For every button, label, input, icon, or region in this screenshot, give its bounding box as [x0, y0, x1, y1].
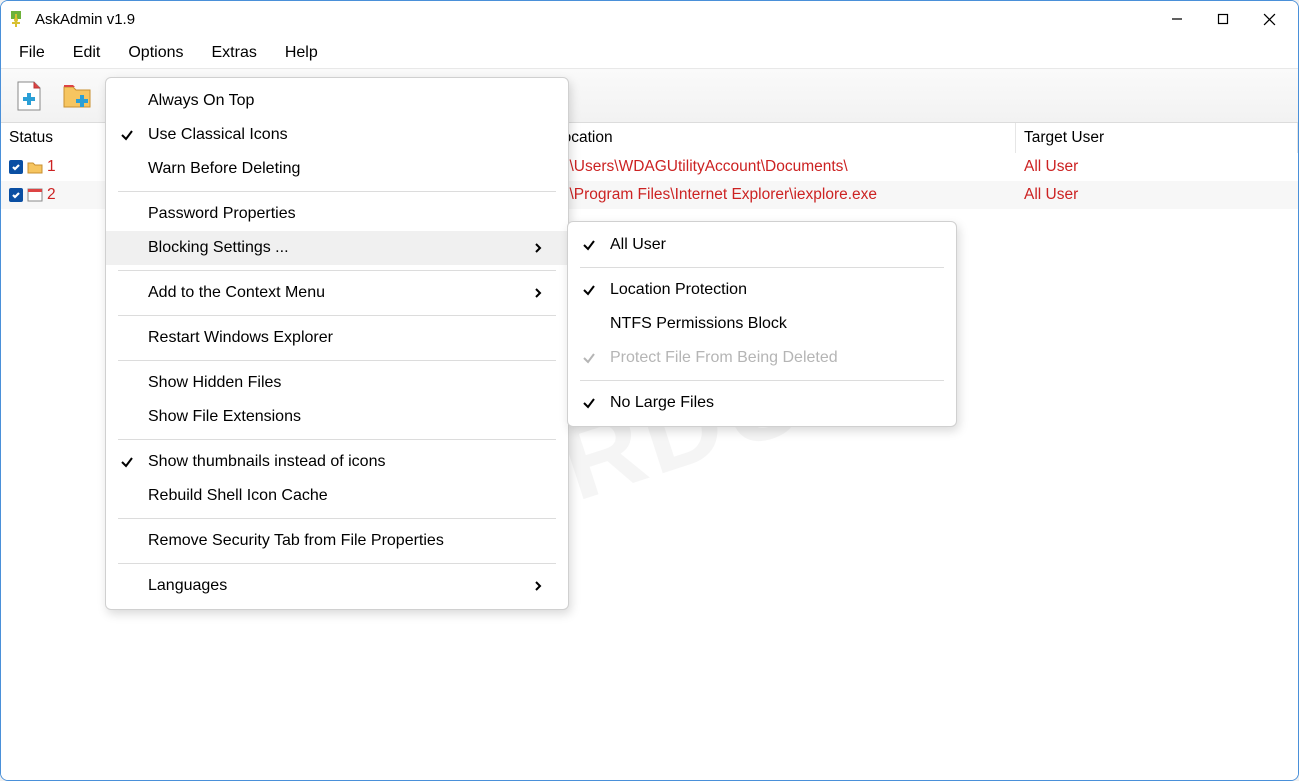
row-status: 1	[9, 158, 56, 176]
menu-separator	[580, 380, 944, 381]
menu-languages[interactable]: Languages	[106, 569, 568, 603]
menu-show-hidden-files[interactable]: Show Hidden Files	[106, 366, 568, 400]
submenu-all-user[interactable]: All User	[568, 228, 956, 262]
window-title: AskAdmin v1.9	[35, 11, 135, 28]
column-target[interactable]: Target User	[1016, 123, 1298, 153]
menu-separator	[580, 267, 944, 268]
window-icon	[27, 188, 43, 202]
menu-password-properties[interactable]: Password Properties	[106, 197, 568, 231]
menu-separator	[118, 518, 556, 519]
menu-help[interactable]: Help	[271, 37, 332, 68]
blocking-settings-submenu: All User Location Protection NTFS Permis…	[567, 221, 957, 427]
add-folder-button[interactable]	[55, 74, 99, 118]
submenu-location-protection[interactable]: Location Protection	[568, 273, 956, 307]
submenu-no-large-files[interactable]: No Large Files	[568, 386, 956, 420]
column-location[interactable]: Location	[546, 123, 1016, 153]
app-window: AskAdmin v1.9 File Edit Options Extras H…	[0, 0, 1299, 781]
minimize-button[interactable]	[1154, 4, 1200, 34]
row-status: 2	[9, 186, 56, 204]
checkbox-icon[interactable]	[9, 160, 23, 174]
menu-separator	[118, 315, 556, 316]
menu-use-classical-icons[interactable]: Use Classical Icons	[106, 118, 568, 152]
chevron-right-icon	[524, 287, 552, 299]
menu-remove-security-tab[interactable]: Remove Security Tab from File Properties	[106, 524, 568, 558]
menu-separator	[118, 270, 556, 271]
options-dropdown: Always On Top Use Classical Icons Warn B…	[105, 77, 569, 610]
menu-separator	[118, 439, 556, 440]
row-location: C:\Program Files\Internet Explorer\iexpl…	[546, 186, 1016, 204]
chevron-right-icon	[524, 580, 552, 592]
menu-bar: File Edit Options Extras Help	[1, 37, 1298, 69]
menu-always-on-top[interactable]: Always On Top	[106, 84, 568, 118]
row-index: 1	[47, 158, 56, 176]
title-bar: AskAdmin v1.9	[1, 1, 1298, 37]
check-icon	[568, 351, 610, 365]
menu-show-thumbnails[interactable]: Show thumbnails instead of icons	[106, 445, 568, 479]
menu-file[interactable]: File	[5, 37, 59, 68]
menu-separator	[118, 563, 556, 564]
check-icon	[106, 455, 148, 469]
menu-blocking-settings[interactable]: Blocking Settings ...	[106, 231, 568, 265]
chevron-right-icon	[524, 242, 552, 254]
maximize-button[interactable]	[1200, 4, 1246, 34]
row-target: All User	[1016, 186, 1298, 204]
row-location: C:\Users\WDAGUtilityAccount\Documents\	[546, 158, 1016, 176]
menu-rebuild-icon-cache[interactable]: Rebuild Shell Icon Cache	[106, 479, 568, 513]
close-button[interactable]	[1246, 4, 1292, 34]
menu-restart-explorer[interactable]: Restart Windows Explorer	[106, 321, 568, 355]
check-icon	[568, 283, 610, 297]
row-index: 2	[47, 186, 56, 204]
check-icon	[568, 396, 610, 410]
folder-icon	[27, 160, 43, 174]
submenu-protect-delete: Protect File From Being Deleted	[568, 341, 956, 375]
app-icon	[7, 9, 27, 29]
menu-warn-before-deleting[interactable]: Warn Before Deleting	[106, 152, 568, 186]
submenu-ntfs-block[interactable]: NTFS Permissions Block	[568, 307, 956, 341]
check-icon	[106, 128, 148, 142]
checkbox-icon[interactable]	[9, 188, 23, 202]
menu-add-context-menu[interactable]: Add to the Context Menu	[106, 276, 568, 310]
add-file-button[interactable]	[7, 74, 51, 118]
row-target: All User	[1016, 158, 1298, 176]
menu-options[interactable]: Options	[114, 37, 197, 68]
menu-separator	[118, 191, 556, 192]
menu-edit[interactable]: Edit	[59, 37, 115, 68]
check-icon	[568, 238, 610, 252]
menu-show-file-extensions[interactable]: Show File Extensions	[106, 400, 568, 434]
menu-separator	[118, 360, 556, 361]
menu-extras[interactable]: Extras	[198, 37, 271, 68]
